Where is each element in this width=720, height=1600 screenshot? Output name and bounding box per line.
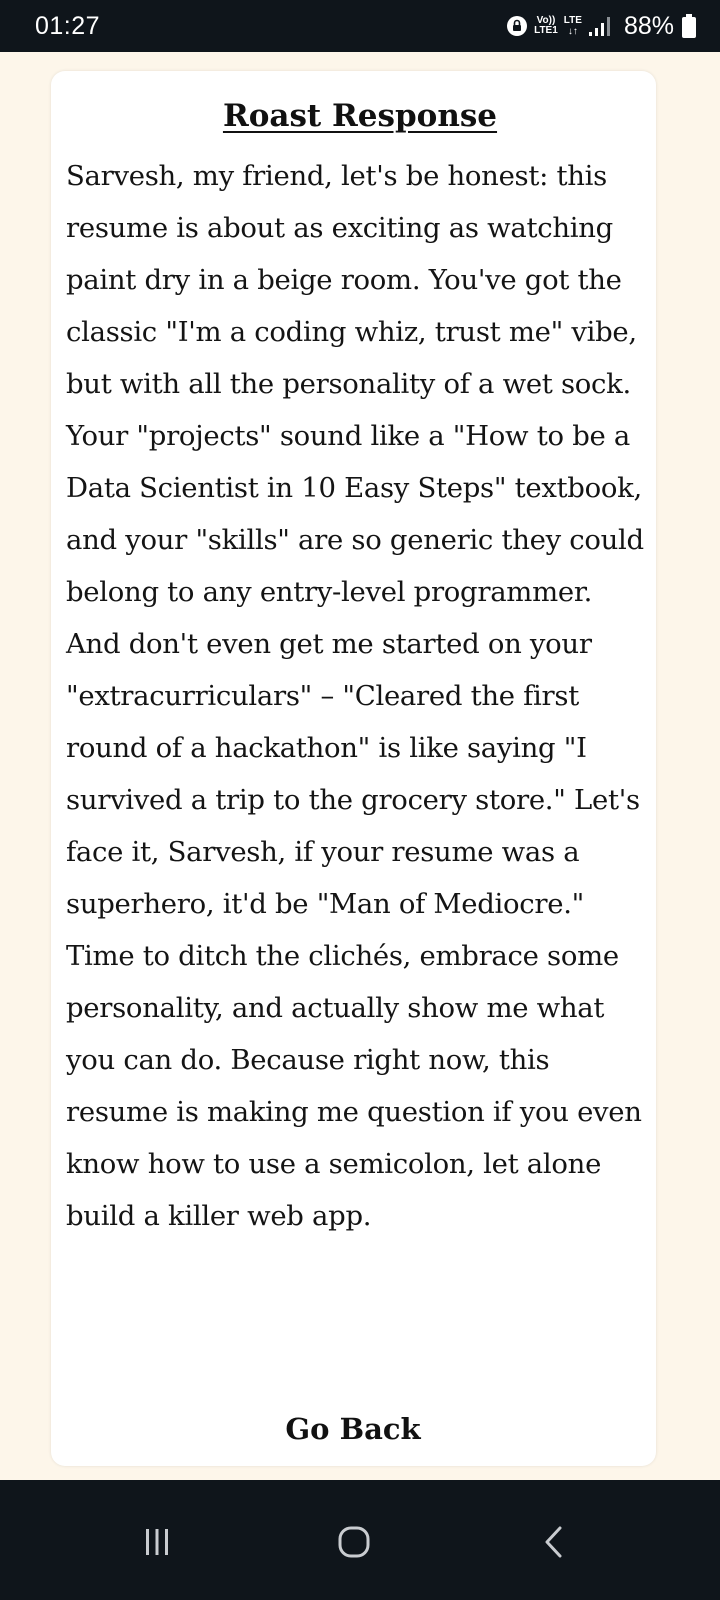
card-title-text: Roast Response [222,98,498,134]
status-icons: Vo)) LTE1 LTE ↓↑ 88% [506,10,696,42]
lte-arrows: ↓↑ [567,26,578,37]
status-time: 01:27 [35,12,101,40]
battery-percent: 88% [623,11,674,40]
roast-response-text: Sarvesh, my friend, let's be honest: thi… [66,160,644,1232]
card-title: Roast Response [0,98,720,134]
home-icon [338,1526,370,1558]
recents-button[interactable] [127,1514,187,1570]
navigation-bar [0,1480,720,1600]
status-bar: 01:27 Vo)) LTE1 LTE ↓↑ 88% [0,0,720,52]
lte-indicator: LTE ↓↑ [564,15,582,37]
volte-bottom-label: LTE1 [534,25,558,36]
lock-icon [507,16,528,36]
home-button[interactable] [324,1514,384,1570]
back-icon [545,1526,562,1558]
signal-icon [588,17,610,36]
battery-icon [682,14,696,38]
back-button[interactable] [524,1514,584,1570]
volte-indicator: Vo)) LTE1 [534,16,558,36]
lte-label: LTE [563,15,582,26]
recents-icon [146,1529,168,1555]
go-back-button[interactable]: Go Back [0,1412,706,1446]
